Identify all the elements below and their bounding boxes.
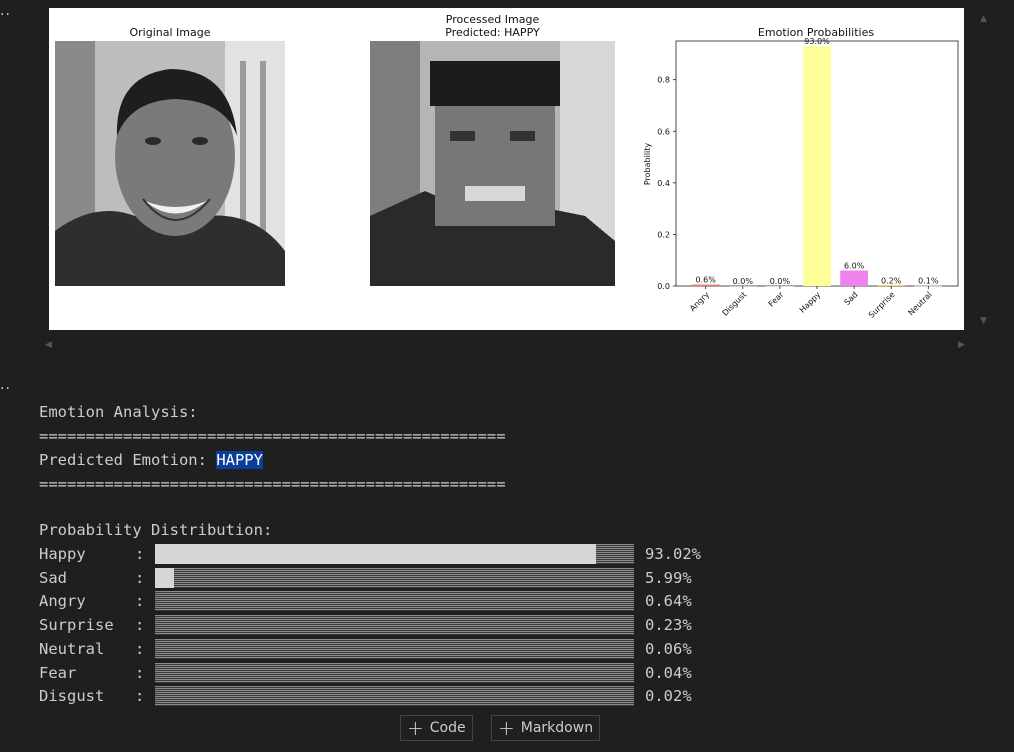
chart-bar bbox=[877, 285, 906, 287]
chart-data-label: 6.0% bbox=[844, 262, 865, 271]
probability-bar-track bbox=[155, 686, 634, 707]
chart-xtick-label: Fear bbox=[767, 290, 786, 309]
probability-bar-track bbox=[155, 615, 634, 636]
probability-row-percent: 0.64% bbox=[645, 592, 692, 611]
predicted-emotion-line: Predicted Emotion: HAPPY bbox=[39, 450, 263, 470]
probability-row: Fear: 0.04% bbox=[39, 662, 719, 683]
probability-row: Sad: 5.99% bbox=[39, 567, 719, 588]
chart-x-axis: Angry Disgust Fear Happy Sad Surprise Neutral bbox=[688, 286, 934, 320]
scroll-down-arrow-icon[interactable]: ▼ bbox=[980, 316, 987, 326]
scroll-up-arrow-icon[interactable]: ▲ bbox=[980, 14, 987, 24]
scroll-left-arrow-icon[interactable]: ◀ bbox=[45, 340, 52, 350]
chart-xtick-label: Neutral bbox=[906, 290, 933, 317]
chart-ytick-label: 0.2 bbox=[657, 230, 670, 239]
separator-bottom: ========================================… bbox=[39, 475, 506, 493]
probability-row-colon: : bbox=[135, 687, 145, 706]
chart-xtick-label: Surprise bbox=[867, 290, 897, 320]
predicted-emotion-label: Predicted Emotion: bbox=[39, 451, 217, 469]
emotion-probability-chart: Emotion Probabilities Probability 0.00.2… bbox=[643, 26, 959, 320]
analysis-header: Emotion Analysis: bbox=[39, 403, 198, 421]
probability-row: Angry: 0.64% bbox=[39, 591, 719, 612]
distribution-header: Probability Distribution: bbox=[39, 521, 273, 539]
probability-bar-track bbox=[155, 544, 634, 564]
chart-data-label: 0.6% bbox=[696, 275, 717, 284]
probability-row-label: Fear bbox=[39, 663, 77, 682]
cell-marker-output[interactable]: ·· bbox=[0, 382, 11, 396]
chart-ylabel: Probability bbox=[643, 143, 652, 186]
probability-row-label: Sad bbox=[39, 568, 67, 587]
figure-output: Original Image Processed Image Predicted… bbox=[49, 8, 964, 330]
chart-ytick-label: 0.0 bbox=[657, 282, 670, 291]
probability-row-label: Angry bbox=[39, 592, 86, 611]
probability-row-percent: 5.99% bbox=[645, 568, 692, 587]
probability-row-percent: 0.23% bbox=[645, 616, 692, 635]
probability-row: Surprise: 0.23% bbox=[39, 615, 719, 636]
probability-row: Happy: 93.02% bbox=[39, 544, 719, 564]
chart-ytick-label: 0.6 bbox=[657, 127, 670, 136]
probability-row-colon: : bbox=[135, 545, 145, 563]
probability-row-percent: 0.04% bbox=[645, 663, 692, 682]
scroll-right-arrow-icon[interactable]: ▶ bbox=[958, 340, 965, 350]
probability-row-percent: 0.06% bbox=[645, 639, 692, 658]
add-code-cell-button[interactable]: + Code bbox=[400, 715, 473, 741]
probability-row-colon: : bbox=[135, 592, 145, 611]
chart-data-label: 93.0% bbox=[804, 37, 830, 46]
probability-row-label: Surprise bbox=[39, 616, 114, 635]
chart-data-label: 0.0% bbox=[770, 277, 791, 286]
probability-row-label: Neutral bbox=[39, 639, 105, 658]
chart-y-axis: 0.0 0.2 0.4 0.6 0.8 bbox=[657, 76, 676, 291]
chart-xtick-label: Sad bbox=[843, 290, 860, 307]
chart-ytick-label: 0.4 bbox=[657, 179, 670, 188]
chart-bar bbox=[691, 284, 720, 286]
probability-row-colon: : bbox=[135, 568, 145, 587]
probability-row: Disgust: 0.02% bbox=[39, 686, 719, 707]
plus-icon: + bbox=[407, 716, 424, 740]
probability-row-colon: : bbox=[135, 616, 145, 635]
add-code-label: Code bbox=[429, 720, 466, 736]
probability-bar-track bbox=[155, 591, 634, 612]
cell-marker-top[interactable]: ·· bbox=[0, 8, 11, 22]
chart-data-label: 0.0% bbox=[733, 277, 754, 286]
probability-row-label: Disgust bbox=[39, 687, 105, 706]
probability-bar-fill bbox=[155, 544, 596, 564]
chart-data-label: 0.1% bbox=[918, 277, 939, 286]
separator-top: ========================================… bbox=[39, 427, 506, 445]
probability-bar-track bbox=[155, 662, 634, 683]
probability-row-percent: 93.02% bbox=[645, 545, 701, 563]
chart-xtick-label: Happy bbox=[798, 290, 823, 315]
probability-row-colon: : bbox=[135, 663, 145, 682]
chart-bar bbox=[803, 46, 831, 286]
probability-row-colon: : bbox=[135, 639, 145, 658]
add-markdown-cell-button[interactable]: + Markdown bbox=[491, 715, 601, 741]
chart-ytick-label: 0.8 bbox=[657, 76, 670, 85]
probability-row-label: Happy bbox=[39, 545, 86, 563]
chart-xtick-label: Disgust bbox=[721, 290, 749, 318]
probability-bar-fill bbox=[155, 567, 175, 588]
probability-row: Neutral: 0.06% bbox=[39, 638, 719, 659]
probability-bar-track bbox=[155, 567, 634, 588]
plus-icon: + bbox=[498, 716, 515, 740]
chart-bars: 0.6% 0.0% 0.0% 93.0% 6.0% 0.2% 0.1% bbox=[691, 37, 943, 287]
chart-data-label: 0.2% bbox=[881, 276, 902, 285]
probability-row-percent: 0.02% bbox=[645, 687, 692, 706]
chart-xtick-label: Angry bbox=[688, 290, 711, 313]
predicted-emotion-value: HAPPY bbox=[216, 451, 263, 469]
chart-bar bbox=[840, 270, 869, 286]
add-markdown-label: Markdown bbox=[520, 720, 594, 736]
probability-bar-track bbox=[155, 638, 634, 659]
